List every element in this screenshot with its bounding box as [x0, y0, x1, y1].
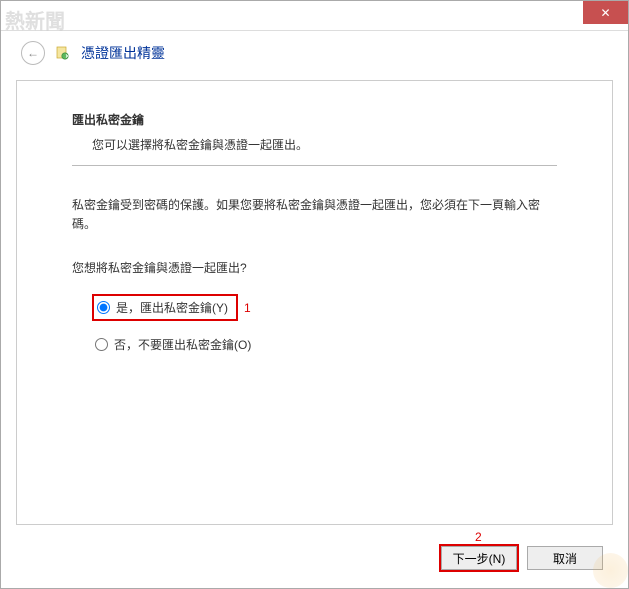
- radio-option-no-row: 否，不要匯出私密金鑰(O): [92, 333, 557, 356]
- next-button[interactable]: 下一步(N): [441, 546, 517, 570]
- back-button[interactable]: ←: [21, 41, 45, 65]
- radio-yes-label: 是，匯出私密金鑰(Y): [116, 299, 228, 316]
- info-text: 私密金鑰受到密碼的保護。如果您要將私密金鑰與憑證一起匯出，您必須在下一頁輸入密碼…: [72, 196, 557, 234]
- dialog-window: ✕ ← 憑證匯出精靈 匯出私密金鑰 您可以選擇將私密金鑰與憑證一起匯出。 私密金…: [0, 0, 629, 589]
- radio-no[interactable]: [95, 338, 108, 351]
- annotation-marker-2: 2: [475, 530, 482, 544]
- radio-no-label: 否，不要匯出私密金鑰(O): [114, 336, 251, 353]
- button-bar: 2 下一步(N) 取消: [441, 546, 603, 570]
- section-title: 匯出私密金鑰: [72, 111, 557, 128]
- annotation-marker-1: 1: [244, 301, 251, 315]
- content-area: 匯出私密金鑰 您可以選擇將私密金鑰與憑證一起匯出。 私密金鑰受到密碼的保護。如果…: [16, 80, 613, 525]
- section-description: 您可以選擇將私密金鑰與憑證一起匯出。: [92, 136, 557, 153]
- close-button[interactable]: ✕: [583, 1, 628, 24]
- wizard-title: 憑證匯出精靈: [81, 43, 165, 63]
- wizard-header: ← 憑證匯出精靈: [1, 31, 628, 80]
- radio-group: 是，匯出私密金鑰(Y) 1 否，不要匯出私密金鑰(O): [92, 294, 557, 356]
- cancel-button[interactable]: 取消: [527, 546, 603, 570]
- separator: [72, 165, 557, 166]
- radio-yes[interactable]: [97, 301, 110, 314]
- close-icon: ✕: [600, 6, 610, 20]
- question-text: 您想將私密金鑰與憑證一起匯出?: [72, 259, 557, 276]
- certificate-icon: [55, 45, 71, 61]
- radio-highlight-box: 是，匯出私密金鑰(Y): [92, 294, 238, 321]
- back-arrow-icon: ←: [27, 46, 39, 60]
- radio-option-yes-row: 是，匯出私密金鑰(Y) 1: [92, 294, 557, 321]
- title-bar: ✕: [1, 1, 628, 31]
